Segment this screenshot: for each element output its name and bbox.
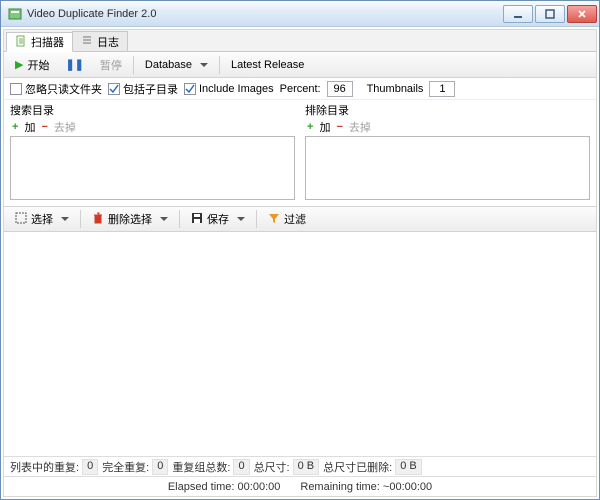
- results-toolbar: 选择 删除选择 保存 过滤: [4, 206, 596, 232]
- tab-strip: 扫描器 日志: [4, 30, 596, 52]
- stat-value: 0: [82, 459, 98, 475]
- client-area: 扫描器 日志 ▶ 开始 ❚❚ 暂停 Database: [3, 29, 597, 497]
- button-label: Database: [145, 59, 192, 71]
- tab-scanner[interactable]: 扫描器: [6, 32, 73, 52]
- select-dropdown[interactable]: 选择: [8, 208, 76, 230]
- separator: [80, 210, 81, 228]
- delete-select-dropdown[interactable]: 删除选择: [85, 208, 175, 230]
- ignore-readonly-checkbox[interactable]: 忽略只读文件夹: [10, 81, 102, 97]
- plus-icon: +: [307, 121, 313, 133]
- list-icon: [81, 34, 93, 49]
- stat-value: 0 B: [395, 459, 422, 475]
- minus-icon: −: [336, 121, 342, 133]
- dir-buttons: + 加 − 去掉: [10, 118, 295, 136]
- latest-release-button[interactable]: Latest Release: [224, 54, 311, 76]
- minus-icon: −: [41, 121, 47, 133]
- time-label: Elapsed time:: [168, 481, 235, 493]
- remove-dir-button[interactable]: 去掉: [349, 119, 371, 135]
- checkbox-icon: [10, 83, 22, 95]
- tab-label: 日志: [97, 34, 119, 50]
- thumbnails-field[interactable]: 1: [429, 81, 455, 97]
- stat-value: 0: [233, 459, 249, 475]
- results-list[interactable]: [4, 232, 596, 456]
- remove-dir-button[interactable]: 去掉: [54, 119, 76, 135]
- add-dir-button[interactable]: 加: [319, 119, 330, 135]
- checkbox-label: 包括子目录: [123, 81, 178, 97]
- dir-buttons: + 加 − 去掉: [305, 118, 590, 136]
- panel-title: 排除目录: [305, 102, 590, 118]
- button-label: 删除选择: [108, 211, 152, 227]
- button-label: Latest Release: [231, 59, 304, 71]
- checkbox-label: Include Images: [199, 83, 274, 95]
- time-value: ~00:00:00: [383, 481, 432, 493]
- stop-button[interactable]: 暂停: [93, 54, 129, 76]
- separator: [133, 56, 134, 74]
- app-window: Video Duplicate Finder 2.0 扫描器 日志 ▶ 开始: [0, 0, 600, 500]
- filter-icon: [268, 212, 280, 227]
- exclude-dir-list[interactable]: [305, 136, 590, 200]
- minimize-button[interactable]: [503, 5, 533, 23]
- start-button[interactable]: ▶ 开始: [8, 54, 56, 76]
- stat-value: 0: [152, 459, 168, 475]
- close-button[interactable]: [567, 5, 597, 23]
- pause-icon: ❚❚: [65, 58, 83, 71]
- button-label: 暂停: [100, 57, 122, 73]
- search-dir-list[interactable]: [10, 136, 295, 200]
- checkbox-icon: [108, 83, 120, 95]
- button-label: 过滤: [284, 211, 306, 227]
- window-controls: [503, 5, 597, 23]
- database-dropdown[interactable]: Database: [138, 54, 215, 76]
- percent-field[interactable]: 96: [327, 81, 353, 97]
- filter-button[interactable]: 过滤: [261, 208, 313, 230]
- main-toolbar: ▶ 开始 ❚❚ 暂停 Database Latest Release: [4, 52, 596, 78]
- stat-label: 总尺寸已删除:: [323, 459, 392, 475]
- save-dropdown[interactable]: 保存: [184, 208, 252, 230]
- tab-log[interactable]: 日志: [72, 31, 128, 51]
- options-row: 忽略只读文件夹 包括子目录 Include Images Percent: 96…: [4, 78, 596, 100]
- button-label: 选择: [31, 211, 53, 227]
- status-bar-stats: 列表中的重复:0 完全重复:0 重复组总数:0 总尺寸:0 B 总尺寸已删除:0…: [4, 456, 596, 476]
- checkbox-icon: [184, 83, 196, 95]
- add-dir-button[interactable]: 加: [24, 119, 35, 135]
- search-dir-panel: 搜索目录 + 加 − 去掉: [10, 102, 295, 200]
- stat-value: 0 B: [293, 459, 320, 475]
- select-rect-icon: [15, 212, 27, 227]
- time-value: 00:00:00: [238, 481, 281, 493]
- button-label: 保存: [207, 211, 229, 227]
- plus-icon: +: [12, 121, 18, 133]
- stat-label: 完全重复:: [102, 459, 149, 475]
- time-label: Remaining time:: [300, 481, 379, 493]
- panel-title: 搜索目录: [10, 102, 295, 118]
- maximize-button[interactable]: [535, 5, 565, 23]
- percent-label: Percent:: [280, 83, 321, 95]
- exclude-dir-panel: 排除目录 + 加 − 去掉: [305, 102, 590, 200]
- checkbox-label: 忽略只读文件夹: [25, 81, 102, 97]
- stat-label: 列表中的重复:: [10, 459, 79, 475]
- separator: [256, 210, 257, 228]
- save-icon: [191, 212, 203, 227]
- stat-label: 重复组总数:: [172, 459, 230, 475]
- app-icon: [7, 6, 23, 22]
- include-images-checkbox[interactable]: Include Images: [184, 83, 274, 95]
- stat-label: 总尺寸:: [254, 459, 290, 475]
- button-label: 开始: [27, 57, 49, 73]
- tab-label: 扫描器: [31, 34, 64, 50]
- thumbnails-label: Thumbnails: [367, 83, 424, 95]
- document-icon: [15, 35, 27, 50]
- play-icon: ▶: [15, 58, 23, 71]
- include-subdir-checkbox[interactable]: 包括子目录: [108, 81, 178, 97]
- pause-button[interactable]: ❚❚: [58, 54, 90, 76]
- separator: [219, 56, 220, 74]
- window-title: Video Duplicate Finder 2.0: [27, 8, 503, 20]
- trash-icon: [92, 212, 104, 227]
- status-bar-time: Elapsed time: 00:00:00 Remaining time: ~…: [4, 476, 596, 496]
- directories-row: 搜索目录 + 加 − 去掉 排除目录 + 加 − 去掉: [4, 100, 596, 206]
- separator: [179, 210, 180, 228]
- titlebar: Video Duplicate Finder 2.0: [1, 1, 599, 27]
